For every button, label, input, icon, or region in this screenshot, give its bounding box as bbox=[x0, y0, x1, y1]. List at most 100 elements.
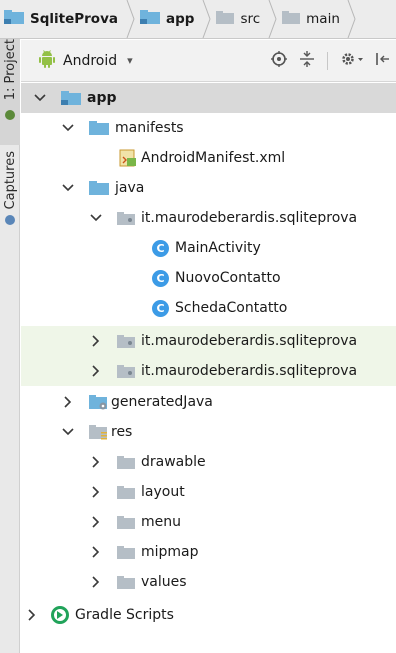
breadcrumb-item-project[interactable]: SqliteProva bbox=[0, 0, 122, 38]
chevron-right-icon[interactable] bbox=[89, 545, 103, 559]
module-folder-icon bbox=[140, 10, 160, 28]
class-icon: C bbox=[152, 239, 169, 257]
folder-icon bbox=[89, 121, 109, 135]
tree-item-drawable[interactable]: drawable bbox=[21, 447, 396, 477]
tree-item-manifests[interactable]: manifests bbox=[21, 113, 396, 143]
tree-item-mipmap[interactable]: mipmap bbox=[21, 537, 396, 567]
folder-icon bbox=[216, 10, 235, 28]
tree-item-label: it.maurodeberardis.sqliteprova bbox=[141, 210, 358, 226]
folder-icon bbox=[117, 485, 135, 499]
tree-item-package[interactable]: it.maurodeberardis.sqliteprova bbox=[21, 356, 396, 386]
tab-captures-label: Captures bbox=[2, 151, 18, 210]
tree-item-label: layout bbox=[141, 484, 185, 500]
tree-item-scheda-contatto[interactable]: C SchedaContatto bbox=[21, 293, 396, 323]
project-icon bbox=[5, 110, 15, 121]
chevron-down-icon[interactable] bbox=[33, 91, 47, 105]
tree-item-values[interactable]: values bbox=[21, 567, 396, 597]
tree-item-label: NuovoContatto bbox=[175, 270, 281, 286]
module-folder-icon bbox=[4, 10, 24, 28]
tree-item-generated-java[interactable]: generatedJava bbox=[21, 387, 396, 417]
tree-item-nuovo-contatto[interactable]: C NuovoContatto bbox=[21, 263, 396, 293]
locate-icon[interactable] bbox=[271, 51, 287, 71]
chevron-down-icon[interactable] bbox=[89, 211, 103, 225]
tree-item-layout[interactable]: layout bbox=[21, 477, 396, 507]
tree-item-label: it.maurodeberardis.sqliteprova bbox=[141, 363, 358, 379]
tree-item-label: Gradle Scripts bbox=[75, 607, 174, 623]
class-icon-letter: C bbox=[152, 239, 169, 257]
chevron-down-icon[interactable] bbox=[61, 181, 75, 195]
class-icon: C bbox=[152, 299, 169, 317]
folder-icon bbox=[89, 181, 109, 195]
tree-item-label: values bbox=[141, 574, 187, 590]
tree-item-package[interactable]: it.maurodeberardis.sqliteprova bbox=[21, 203, 396, 233]
tree-item-label: SchedaContatto bbox=[175, 300, 288, 316]
tree-item-label: app bbox=[87, 90, 117, 106]
chevron-down-icon: ▾ bbox=[127, 54, 133, 67]
breadcrumb-label: src bbox=[240, 11, 261, 27]
breadcrumb-label: app bbox=[166, 11, 195, 27]
tree-item-android-manifest[interactable]: AndroidManifest.xml bbox=[21, 143, 396, 173]
folder-icon bbox=[117, 455, 135, 469]
chevron-right-icon[interactable] bbox=[25, 608, 39, 622]
tree-item-label: MainActivity bbox=[175, 240, 261, 256]
module-folder-icon bbox=[61, 91, 81, 105]
class-icon-letter: C bbox=[152, 299, 169, 317]
tab-project-label: 1: Project bbox=[2, 39, 18, 101]
tree-item-label: AndroidManifest.xml bbox=[141, 150, 286, 166]
chevron-right-icon[interactable] bbox=[89, 515, 103, 529]
tree-item-label: menu bbox=[141, 514, 181, 530]
tree-item-label: generatedJava bbox=[111, 394, 213, 410]
android-icon bbox=[39, 49, 55, 72]
package-icon bbox=[117, 364, 135, 378]
tool-window-stripe: 1: Project Captures bbox=[0, 39, 20, 653]
tree-item-package[interactable]: it.maurodeberardis.sqliteprova bbox=[21, 326, 396, 356]
resources-folder-icon bbox=[89, 424, 109, 440]
project-toolbar: Android ▾ bbox=[21, 40, 396, 82]
breadcrumb-label: SqliteProva bbox=[30, 11, 118, 27]
tree-item-app[interactable]: app bbox=[21, 83, 396, 113]
chevron-down-icon[interactable] bbox=[61, 425, 75, 439]
breadcrumb-item-src[interactable]: src bbox=[212, 0, 264, 38]
chevron-right-icon[interactable] bbox=[89, 364, 103, 378]
breadcrumb-separator-icon bbox=[200, 0, 212, 38]
breadcrumb-item-app[interactable]: app bbox=[136, 0, 198, 38]
chevron-right-icon[interactable] bbox=[89, 485, 103, 499]
tree-item-gradle-scripts[interactable]: Gradle Scripts bbox=[21, 600, 396, 630]
toolbar-actions bbox=[271, 40, 390, 82]
breadcrumb-item-main[interactable]: main bbox=[278, 0, 344, 38]
gear-icon[interactable] bbox=[340, 51, 364, 71]
chevron-down-icon[interactable] bbox=[61, 121, 75, 135]
tree-item-res[interactable]: res bbox=[21, 417, 396, 447]
manifest-file-icon bbox=[119, 149, 137, 167]
tree-item-label: drawable bbox=[141, 454, 206, 470]
collapse-all-icon[interactable] bbox=[299, 51, 315, 71]
tree-item-menu[interactable]: menu bbox=[21, 507, 396, 537]
chevron-right-icon[interactable] bbox=[89, 455, 103, 469]
breadcrumb-separator-icon bbox=[346, 0, 358, 38]
chevron-right-icon[interactable] bbox=[89, 575, 103, 589]
package-icon bbox=[117, 334, 135, 348]
tree-item-java[interactable]: java bbox=[21, 173, 396, 203]
hide-panel-icon[interactable] bbox=[376, 51, 390, 71]
folder-icon bbox=[117, 515, 135, 529]
captures-icon bbox=[5, 215, 15, 226]
tree-item-main-activity[interactable]: C MainActivity bbox=[21, 233, 396, 263]
breadcrumb: SqliteProva app src main bbox=[0, 0, 396, 39]
chevron-right-icon[interactable] bbox=[89, 334, 103, 348]
breadcrumb-separator-icon bbox=[124, 0, 136, 38]
toolbar-divider bbox=[327, 52, 328, 70]
chevron-right-icon[interactable] bbox=[61, 395, 75, 409]
generated-folder-icon bbox=[89, 394, 109, 410]
tree-item-label: java bbox=[115, 180, 145, 196]
tab-captures[interactable]: Captures bbox=[0, 151, 20, 271]
view-mode-dropdown[interactable]: Android ▾ bbox=[39, 49, 133, 72]
tab-project[interactable]: 1: Project bbox=[0, 39, 20, 145]
folder-icon bbox=[282, 10, 301, 28]
tree-item-label: it.maurodeberardis.sqliteprova bbox=[141, 333, 358, 349]
breadcrumb-separator-icon bbox=[266, 0, 278, 38]
view-mode-label: Android bbox=[63, 52, 118, 69]
class-icon: C bbox=[152, 269, 169, 287]
package-icon bbox=[117, 211, 135, 225]
folder-icon bbox=[117, 575, 135, 589]
tree-item-label: manifests bbox=[115, 120, 184, 136]
